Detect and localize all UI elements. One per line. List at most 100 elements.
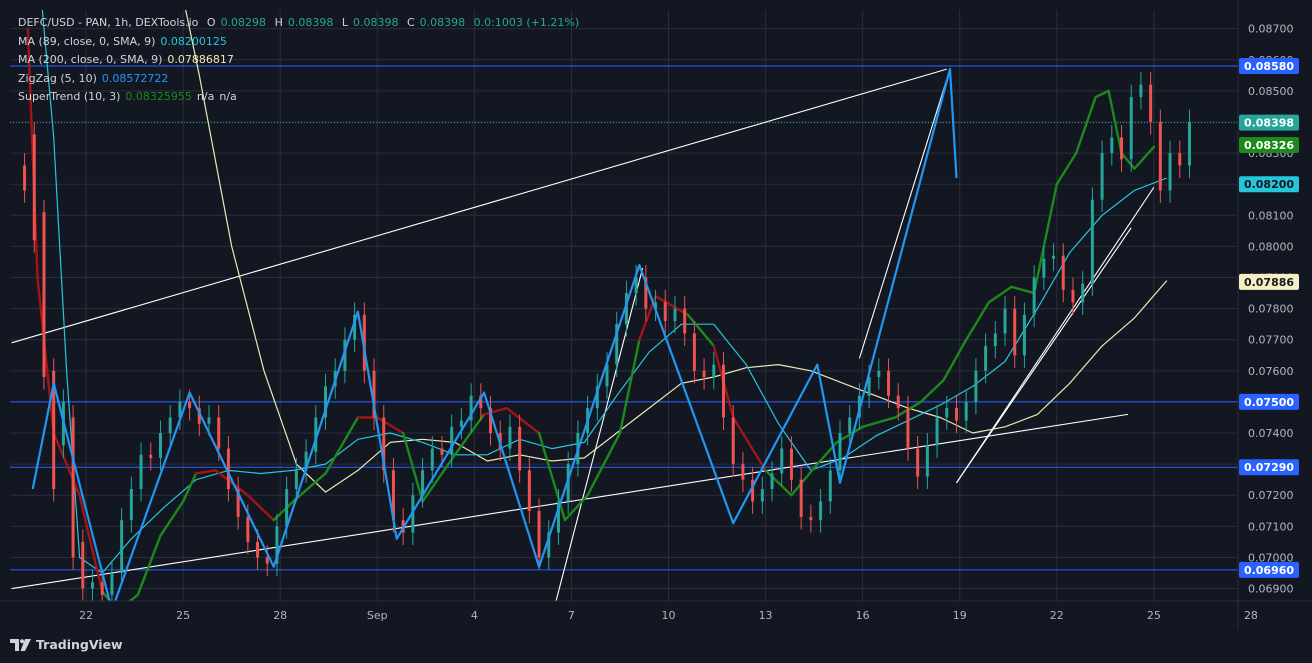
candle-body xyxy=(32,134,36,241)
candle-body xyxy=(246,517,250,542)
candle-body xyxy=(1022,314,1026,356)
x-tick-label: 25 xyxy=(176,609,190,622)
candle-body xyxy=(993,333,997,346)
candle-body xyxy=(1042,258,1046,278)
candle-body xyxy=(100,582,104,595)
candle-body xyxy=(1032,277,1036,315)
x-tick-label: 4 xyxy=(471,609,478,622)
candle-body xyxy=(440,448,444,455)
candle-body xyxy=(168,417,172,434)
candle-body xyxy=(459,420,463,427)
candle-body xyxy=(508,426,512,449)
candle-body xyxy=(217,417,221,449)
indicator-price-tag: 0.07886 xyxy=(1244,276,1294,289)
ma89-value: 0.08200125 xyxy=(160,34,227,48)
candle-body xyxy=(1090,199,1094,284)
candle-body xyxy=(537,510,541,558)
x-tick-label: 22 xyxy=(1050,609,1064,622)
x-tick-label: Sep xyxy=(367,609,388,622)
ma89-label: MA (89, close, 0, SMA, 9) xyxy=(18,34,156,48)
candle-body xyxy=(1139,84,1143,98)
tradingview-footer[interactable]: TradingView xyxy=(10,637,123,652)
candle-body xyxy=(809,517,813,521)
candle-body xyxy=(294,470,298,490)
close-label: C 0.08398 xyxy=(406,16,466,29)
candle-body xyxy=(518,426,522,471)
candle-body xyxy=(23,165,27,191)
supertrend-na-1: n/a xyxy=(196,90,215,103)
candle-body xyxy=(265,557,269,564)
level-price-tag: 0.07290 xyxy=(1244,461,1294,474)
candle-body xyxy=(527,470,531,511)
candle-body xyxy=(139,454,143,490)
candle-body xyxy=(1061,255,1065,290)
y-tick-label: 0.07100 xyxy=(1248,520,1294,533)
candle-body xyxy=(663,302,667,322)
candle-body xyxy=(877,370,881,378)
x-tick-label: 16 xyxy=(856,609,870,622)
candle-body xyxy=(984,345,988,371)
candle-body xyxy=(1187,121,1191,166)
x-tick-label: 10 xyxy=(661,609,675,622)
candle-body xyxy=(110,573,114,595)
x-tick-label: 19 xyxy=(953,609,967,622)
y-tick-label: 0.08700 xyxy=(1248,23,1294,36)
high-label: H 0.08398 xyxy=(274,16,334,29)
candle-body xyxy=(1129,97,1133,160)
legend-ma200-row[interactable]: MA (200, close, 0, SMA, 9) 0.07886817 xyxy=(18,51,584,70)
candle-body xyxy=(81,541,85,589)
symbol-title[interactable]: DEFC/USD - PAN, 1h, DEXTools.io xyxy=(18,16,198,29)
y-tick-label: 0.07600 xyxy=(1248,365,1294,378)
candle-body xyxy=(42,212,46,378)
candle-body xyxy=(285,489,289,527)
candle-body xyxy=(1071,289,1075,303)
y-tick-label: 0.08000 xyxy=(1248,240,1294,253)
candle-body xyxy=(1003,308,1007,334)
candle-body xyxy=(1013,308,1017,356)
x-tick-label: 7 xyxy=(568,609,575,622)
candle-body xyxy=(974,370,978,402)
candle-body xyxy=(1052,255,1056,259)
candle-body xyxy=(421,470,425,496)
y-tick-label: 0.06900 xyxy=(1248,583,1294,596)
level-price-tag: 0.08580 xyxy=(1244,60,1294,73)
legend-ma89-row[interactable]: MA (89, close, 0, SMA, 9) 0.08200125 xyxy=(18,33,584,52)
candle-body xyxy=(789,448,793,480)
indicator-price-tag: 0.08398 xyxy=(1244,117,1294,130)
chart-legend: DEFC/USD - PAN, 1h, DEXTools.io O 0.08298… xyxy=(18,14,584,107)
candle-body xyxy=(799,479,803,518)
change-label: 0.0:1003 (+1.21%) xyxy=(473,16,580,29)
legend-supertrend-row[interactable]: SuperTrend (10, 3) 0.08325955 n/a n/a xyxy=(18,88,584,107)
candle-body xyxy=(1100,153,1104,200)
legend-symbol-row: DEFC/USD - PAN, 1h, DEXTools.io O 0.08298… xyxy=(18,14,584,33)
candle-body xyxy=(887,370,891,396)
level-price-tag: 0.07500 xyxy=(1244,396,1294,409)
candle-body xyxy=(896,395,900,409)
candle-body xyxy=(741,464,745,480)
candle-body xyxy=(256,541,260,558)
zigzag-label: ZigZag (5, 10) xyxy=(18,71,97,85)
candle-body xyxy=(780,448,784,474)
supertrend-value: 0.08325955 xyxy=(125,90,192,103)
candle-body xyxy=(925,445,929,477)
indicator-price-tag: 0.08326 xyxy=(1244,139,1294,152)
x-tick-label: 28 xyxy=(273,609,287,622)
candle-body xyxy=(722,364,726,418)
candle-body xyxy=(702,370,706,378)
zigzag-value: 0.08572722 xyxy=(101,71,169,85)
candle-body xyxy=(848,417,852,434)
candle-body xyxy=(760,489,764,502)
supertrend-label: SuperTrend (10, 3) xyxy=(18,90,121,103)
ma200-label: MA (200, close, 0, SMA, 9) xyxy=(18,53,163,66)
legend-zigzag-row[interactable]: ZigZag (5, 10) 0.08572722 xyxy=(18,70,584,89)
tradingview-logo-icon xyxy=(10,638,31,651)
supertrend-na-2: n/a xyxy=(219,90,237,103)
candle-body xyxy=(1081,283,1085,303)
candle-body xyxy=(828,470,832,502)
candle-body xyxy=(731,417,735,465)
candle-body xyxy=(692,333,696,371)
y-tick-label: 0.07400 xyxy=(1248,427,1294,440)
candle-body xyxy=(945,408,949,418)
candle-body xyxy=(1110,137,1114,154)
candle-body xyxy=(712,364,716,378)
